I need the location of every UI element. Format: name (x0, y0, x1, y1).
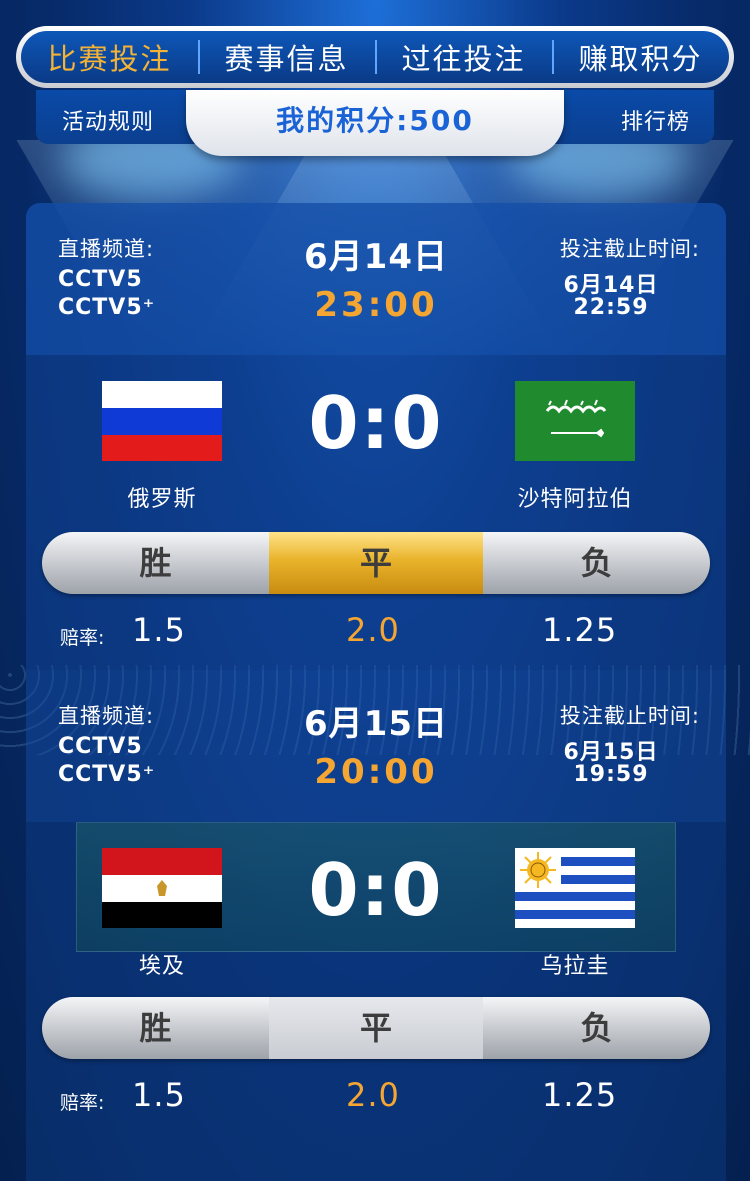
deadline-label: 投注截止时间: (559, 704, 700, 728)
saudi-arabia-flag-icon (515, 381, 635, 461)
bet-win-button[interactable]: 胜 (42, 532, 269, 594)
away-team-name: 乌拉圭 (540, 954, 610, 979)
match-card: 直播频道: CCTV5 CCTV5⁺ 6月15日 20:00 投注截止时间: 6… (26, 670, 726, 1181)
tab-earn-points[interactable]: 赚取积分 (552, 36, 729, 78)
match-info: 直播频道: CCTV5 CCTV5⁺ 6月14日 23:00 投注截止时间: 6… (26, 203, 726, 355)
odds-lose: 1.25 (542, 611, 618, 649)
ranking-link[interactable]: 排行榜 (621, 104, 690, 136)
odds-draw: 2.0 (346, 1076, 400, 1114)
bet-lose-button[interactable]: 负 (483, 997, 710, 1059)
deadline-time: 22:59 (573, 295, 649, 320)
home-team-name: 埃及 (138, 954, 185, 979)
odds-draw: 2.0 (346, 611, 400, 649)
teams-row: 0:0 埃及 乌拉圭 (26, 822, 726, 992)
deadline-label: 投注截止时间: (559, 237, 700, 261)
odds-row: 赔率: 1.5 2.0 1.25 (26, 1076, 726, 1116)
bet-lose-button[interactable]: 负 (483, 532, 710, 594)
top-nav-inner: 比赛投注 赛事信息 过往投注 赚取积分 (21, 31, 729, 83)
bet-draw-button[interactable]: 平 (269, 532, 483, 594)
deadline-time: 19:59 (573, 762, 649, 787)
odds-win: 1.5 (132, 611, 186, 649)
tab-past-bets[interactable]: 过往投注 (375, 36, 552, 78)
odds-lose: 1.25 (542, 1076, 618, 1114)
bet-draw-button[interactable]: 平 (269, 997, 483, 1059)
my-points-display: 我的积分:500 (186, 90, 564, 156)
uruguay-flag-icon (515, 848, 635, 928)
match-info: 直播频道: CCTV5 CCTV5⁺ 6月15日 20:00 投注截止时间: 6… (26, 670, 726, 822)
odds-label: 赔率: (60, 1092, 105, 1114)
tab-match-betting[interactable]: 比赛投注 (21, 36, 198, 78)
odds-row: 赔率: 1.5 2.0 1.25 (26, 611, 726, 651)
odds-label: 赔率: (60, 627, 105, 649)
rules-link[interactable]: 活动规则 (62, 104, 154, 136)
match-card: 直播频道: CCTV5 CCTV5⁺ 6月14日 23:00 投注截止时间: 6… (26, 203, 726, 670)
away-team-name: 沙特阿拉伯 (517, 487, 633, 512)
bet-options: 胜 平 负 (42, 532, 710, 594)
top-nav: 比赛投注 赛事信息 过往投注 赚取积分 (16, 26, 734, 88)
tab-match-info[interactable]: 赛事信息 (198, 36, 375, 78)
odds-win: 1.5 (132, 1076, 186, 1114)
bet-win-button[interactable]: 胜 (42, 997, 269, 1059)
bet-options: 胜 平 负 (42, 997, 710, 1059)
home-team-name: 俄罗斯 (127, 487, 197, 512)
teams-row: 0:0 俄罗斯 沙特阿拉伯 (26, 355, 726, 525)
